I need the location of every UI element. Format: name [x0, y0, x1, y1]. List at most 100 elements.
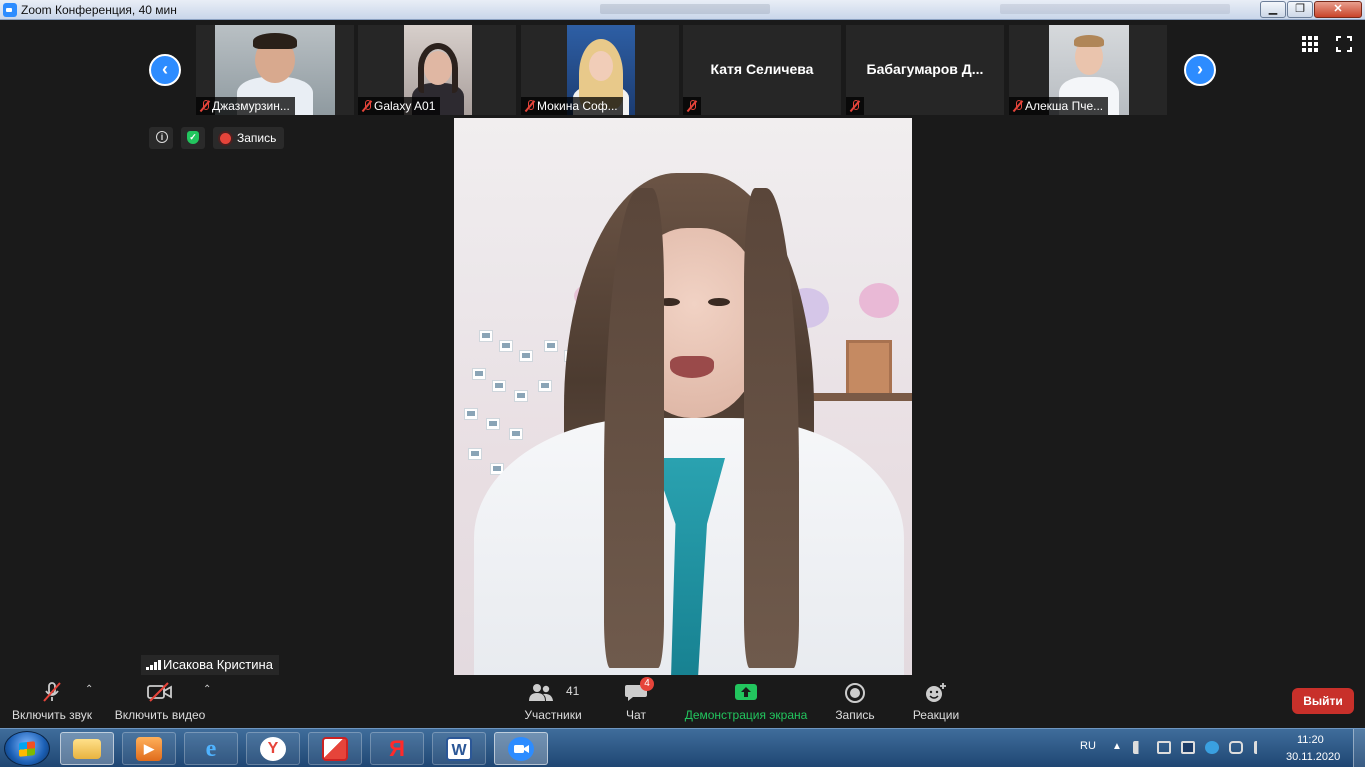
reactions-smiley-icon [926, 683, 946, 702]
gallery-view-icon[interactable] [1302, 36, 1318, 52]
mic-muted-icon [200, 100, 210, 112]
participant-tile[interactable]: Джазмурзин... [196, 25, 354, 115]
meeting-toolbar: Включить звук ⌃ Включить видео ⌃ 41 Учас… [0, 676, 1365, 728]
audio-options-caret-icon[interactable]: ⌃ [85, 685, 95, 695]
photo-card [479, 330, 493, 342]
encryption-shield-icon[interactable] [181, 127, 205, 149]
participants-count: 41 [566, 684, 580, 698]
start-video-label: Включить видео [114, 708, 206, 722]
start-video-button[interactable]: Включить видео [112, 676, 208, 728]
photo-card [519, 350, 533, 362]
share-screen-label: Демонстрация экрана [684, 708, 808, 722]
signal-strength-icon [146, 660, 161, 670]
mic-muted-icon [1013, 100, 1023, 112]
title-bar-reflection [600, 4, 770, 14]
start-button[interactable] [4, 731, 50, 766]
participant-tile[interactable]: Galaxy A01 [358, 25, 516, 115]
participants-label: Участники [524, 708, 582, 722]
photo-card [492, 380, 506, 392]
participant-hair [1074, 35, 1104, 47]
photo-card [468, 448, 482, 460]
minimize-button[interactable]: ▁ [1260, 1, 1286, 18]
record-button[interactable]: Запись [830, 676, 880, 728]
participant-tile[interactable]: Мокина Соф... [521, 25, 679, 115]
filmstrip-next-button[interactable]: › [1184, 54, 1216, 86]
participants-button[interactable]: 41 Участники [520, 676, 586, 728]
zoom-window: Zoom Конференция, 40 мин ▁ ❐ ✕ ‹ Джазмур… [0, 0, 1365, 767]
taskbar-clock-time[interactable]: 11:20 [1297, 734, 1324, 746]
mic-muted-icon [687, 100, 697, 112]
chat-button[interactable]: 4 Чат [614, 676, 658, 728]
photo-card [544, 340, 558, 352]
participant-tile[interactable]: Алекша Пче... [1009, 25, 1167, 115]
wall-decoration [859, 283, 899, 318]
participants-icon [529, 684, 554, 701]
taskbar-zoom-button[interactable] [494, 732, 548, 765]
speaker-eye [708, 298, 730, 306]
taskbar-yandex-button[interactable]: Я [370, 732, 424, 765]
participant-name-placeholder: Катя Селичева [710, 61, 814, 77]
photo-card [472, 368, 486, 380]
participant-name-label: Джазмурзин... [196, 97, 295, 115]
close-button[interactable]: ✕ [1314, 1, 1362, 18]
paint-app-icon [322, 736, 348, 761]
photo-card [509, 428, 523, 440]
fullscreen-icon[interactable] [1336, 36, 1352, 52]
show-hidden-icons-icon[interactable]: ▲ [1110, 741, 1124, 754]
record-dot-icon [220, 133, 231, 144]
participant-name-label: Мокина Соф... [521, 97, 623, 115]
input-language-indicator[interactable]: RU [1080, 740, 1096, 752]
media-player-icon: ▶ [136, 736, 162, 761]
participant-tile[interactable]: Катя Селичева [683, 25, 841, 115]
taskbar-ie-button[interactable]: e [184, 732, 238, 765]
video-options-caret-icon[interactable]: ⌃ [203, 685, 213, 695]
network-icon[interactable] [1181, 741, 1195, 754]
taskbar-word-button[interactable]: W [432, 732, 486, 765]
participant-name-label [846, 97, 864, 115]
unmute-label: Включить звук [11, 708, 93, 722]
picture-frame [846, 340, 892, 396]
mic-muted-icon [43, 682, 61, 702]
participant-hair [418, 43, 458, 93]
taskbar-paint-button[interactable] [308, 732, 362, 765]
record-icon [845, 683, 865, 703]
filmstrip-prev-button[interactable]: ‹ [149, 54, 181, 86]
participant-name: Джазмурзин... [212, 99, 290, 113]
speaker-mouth [670, 356, 714, 378]
title-bar: Zoom Конференция, 40 мин ▁ ❐ ✕ [0, 0, 1365, 20]
mic-muted-icon [850, 100, 860, 112]
taskbar-yandex-browser-button[interactable]: Y [246, 732, 300, 765]
active-speaker-label: Исакова Кристина [141, 655, 279, 675]
active-speaker-name: Исакова Кристина [163, 657, 273, 672]
reactions-button[interactable]: Реакции [908, 676, 964, 728]
share-screen-button[interactable]: Демонстрация экрана [680, 676, 812, 728]
zoom-app-icon [3, 3, 17, 17]
folder-icon [73, 738, 101, 759]
participant-face [589, 51, 613, 81]
meeting-info-icon[interactable] [149, 127, 173, 149]
title-bar-reflection [1000, 4, 1230, 14]
action-center-flag-icon[interactable] [1254, 741, 1268, 754]
zoom-camera-glyph [514, 744, 529, 753]
monitor-icon[interactable] [1157, 741, 1171, 754]
participant-name: Алекша Пче... [1025, 99, 1104, 113]
reactions-label: Реакции [912, 708, 960, 722]
usb-device-icon[interactable] [1229, 741, 1243, 754]
participant-hair [253, 33, 297, 49]
bluetooth-icon[interactable] [1205, 741, 1219, 754]
chat-unread-badge: 4 [640, 677, 654, 691]
recording-indicator[interactable]: Запись [213, 127, 285, 149]
maximize-button[interactable]: ❐ [1287, 1, 1313, 18]
taskbar-clock-date[interactable]: 30.11.2020 [1286, 751, 1340, 763]
taskbar-media-player-button[interactable]: ▶ [122, 732, 176, 765]
participant-name-placeholder: Бабагумаров Д... [866, 61, 984, 77]
photo-card [464, 408, 478, 420]
volume-icon[interactable] [1133, 741, 1147, 754]
photo-card [499, 340, 513, 352]
mic-muted-icon [362, 100, 372, 112]
participant-tile[interactable]: Бабагумаров Д... [846, 25, 1004, 115]
taskbar-explorer-button[interactable] [60, 732, 114, 765]
show-desktop-button[interactable] [1353, 729, 1365, 767]
active-speaker-video [454, 118, 912, 675]
leave-meeting-button[interactable]: Выйти [1292, 688, 1354, 714]
